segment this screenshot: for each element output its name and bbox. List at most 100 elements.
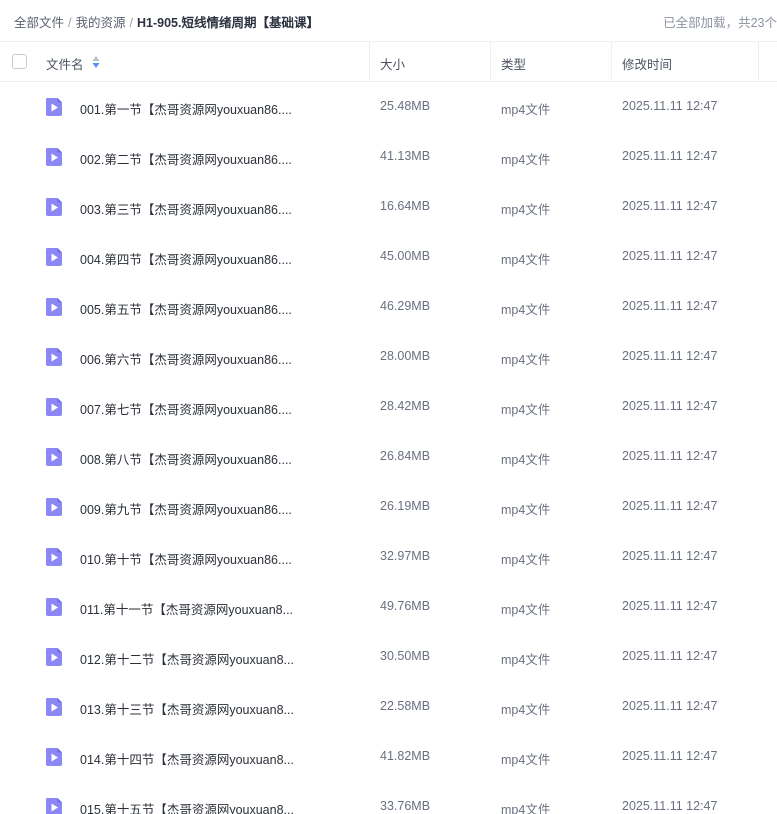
file-modified-time: 2025.11.11 12:47	[622, 749, 718, 763]
file-type: mp4文件	[501, 403, 551, 417]
file-name[interactable]: 007.第七节【杰哥资源网youxuan86....	[80, 399, 292, 418]
file-name[interactable]: 011.第十一节【杰哥资源网youxuan8...	[80, 599, 293, 618]
video-file-icon	[46, 598, 62, 616]
file-name[interactable]: 003.第三节【杰哥资源网youxuan86....	[80, 199, 292, 218]
breadcrumb: 全部文件 / 我的资源 / H1-905.短线情绪周期【基础课】	[14, 12, 319, 31]
file-row[interactable]: 015.第十五节【杰哥资源网youxuan8... 33.76MB mp4文件 …	[0, 782, 777, 814]
file-modified-time: 2025.11.11 12:47	[622, 549, 718, 563]
column-divider[interactable]	[758, 42, 759, 82]
column-divider[interactable]	[369, 42, 370, 82]
file-size: 28.00MB	[380, 349, 431, 363]
video-file-icon	[46, 798, 62, 814]
file-name[interactable]: 009.第九节【杰哥资源网youxuan86....	[80, 499, 292, 518]
file-size: 26.19MB	[380, 499, 431, 513]
file-type: mp4文件	[501, 303, 551, 317]
video-file-icon	[46, 748, 62, 766]
video-file-icon	[46, 98, 62, 116]
column-divider[interactable]	[611, 42, 612, 82]
file-name[interactable]: 012.第十二节【杰哥资源网youxuan8...	[80, 649, 294, 668]
file-modified-time: 2025.11.11 12:47	[622, 299, 718, 313]
file-row[interactable]: 004.第四节【杰哥资源网youxuan86.... 45.00MB mp4文件…	[0, 232, 777, 282]
load-status-text: 已全部加载，共23个	[663, 16, 777, 30]
video-file-icon	[46, 448, 62, 466]
column-header-size[interactable]: 大小	[380, 54, 405, 73]
file-name[interactable]: 015.第十五节【杰哥资源网youxuan8...	[80, 799, 294, 814]
file-size: 16.64MB	[380, 199, 431, 213]
file-row[interactable]: 006.第六节【杰哥资源网youxuan86.... 28.00MB mp4文件…	[0, 332, 777, 382]
video-file-icon	[46, 498, 62, 516]
file-size: 33.76MB	[380, 799, 431, 813]
file-type: mp4文件	[501, 453, 551, 467]
file-row[interactable]: 010.第十节【杰哥资源网youxuan86.... 32.97MB mp4文件…	[0, 532, 777, 582]
file-row[interactable]: 007.第七节【杰哥资源网youxuan86.... 28.42MB mp4文件…	[0, 382, 777, 432]
sort-toggle-icon[interactable]	[92, 55, 100, 69]
file-type: mp4文件	[501, 603, 551, 617]
file-modified-time: 2025.11.11 12:47	[622, 599, 718, 613]
file-name[interactable]: 002.第二节【杰哥资源网youxuan86....	[80, 149, 292, 168]
file-row[interactable]: 008.第八节【杰哥资源网youxuan86.... 26.84MB mp4文件…	[0, 432, 777, 482]
file-table-header: 文件名 大小 类型 修改时间	[0, 41, 777, 82]
file-modified-time: 2025.11.11 12:47	[622, 349, 718, 363]
file-row[interactable]: 013.第十三节【杰哥资源网youxuan8... 22.58MB mp4文件 …	[0, 682, 777, 732]
file-size: 28.42MB	[380, 399, 431, 413]
column-header-type[interactable]: 类型	[501, 54, 526, 73]
file-row[interactable]: 003.第三节【杰哥资源网youxuan86.... 16.64MB mp4文件…	[0, 182, 777, 232]
file-name[interactable]: 001.第一节【杰哥资源网youxuan86....	[80, 99, 292, 118]
file-type: mp4文件	[501, 553, 551, 567]
file-name[interactable]: 013.第十三节【杰哥资源网youxuan8...	[80, 699, 294, 718]
file-name[interactable]: 006.第六节【杰哥资源网youxuan86....	[80, 349, 292, 368]
file-type: mp4文件	[501, 103, 551, 117]
file-modified-time: 2025.11.11 12:47	[622, 649, 718, 663]
file-row[interactable]: 009.第九节【杰哥资源网youxuan86.... 26.19MB mp4文件…	[0, 482, 777, 532]
file-modified-time: 2025.11.11 12:47	[622, 149, 718, 163]
file-type: mp4文件	[501, 203, 551, 217]
breadcrumb-my-resources[interactable]: 我的资源	[76, 16, 126, 30]
video-file-icon	[46, 348, 62, 366]
column-divider[interactable]	[490, 42, 491, 82]
column-header-modified[interactable]: 修改时间	[622, 54, 672, 73]
breadcrumb-bar: 全部文件 / 我的资源 / H1-905.短线情绪周期【基础课】 已全部加载，共23个	[0, 0, 777, 40]
breadcrumb-separator: /	[129, 16, 133, 30]
column-header-name[interactable]: 文件名	[46, 54, 84, 73]
video-file-icon	[46, 698, 62, 716]
file-modified-time: 2025.11.11 12:47	[622, 249, 718, 263]
breadcrumb-all-files[interactable]: 全部文件	[14, 16, 64, 30]
file-type: mp4文件	[501, 753, 551, 767]
video-file-icon	[46, 248, 62, 266]
file-name[interactable]: 010.第十节【杰哥资源网youxuan86....	[80, 549, 292, 568]
file-row[interactable]: 014.第十四节【杰哥资源网youxuan8... 41.82MB mp4文件 …	[0, 732, 777, 782]
video-file-icon	[46, 198, 62, 216]
file-modified-time: 2025.11.11 12:47	[622, 449, 718, 463]
file-list: 001.第一节【杰哥资源网youxuan86.... 25.48MB mp4文件…	[0, 82, 777, 814]
file-type: mp4文件	[501, 153, 551, 167]
file-type: mp4文件	[501, 253, 551, 267]
breadcrumb-separator: /	[68, 16, 72, 30]
file-name[interactable]: 004.第四节【杰哥资源网youxuan86....	[80, 249, 292, 268]
file-size: 41.13MB	[380, 149, 431, 163]
file-row[interactable]: 011.第十一节【杰哥资源网youxuan8... 49.76MB mp4文件 …	[0, 582, 777, 632]
breadcrumb-current-folder: H1-905.短线情绪周期【基础课】	[137, 16, 319, 30]
video-file-icon	[46, 548, 62, 566]
file-type: mp4文件	[501, 803, 551, 814]
file-size: 32.97MB	[380, 549, 431, 563]
file-size: 45.00MB	[380, 249, 431, 263]
file-type: mp4文件	[501, 653, 551, 667]
file-row[interactable]: 005.第五节【杰哥资源网youxuan86.... 46.29MB mp4文件…	[0, 282, 777, 332]
file-name[interactable]: 014.第十四节【杰哥资源网youxuan8...	[80, 749, 294, 768]
file-name[interactable]: 005.第五节【杰哥资源网youxuan86....	[80, 299, 292, 318]
video-file-icon	[46, 148, 62, 166]
file-size: 30.50MB	[380, 649, 431, 663]
file-type: mp4文件	[501, 703, 551, 717]
file-row[interactable]: 012.第十二节【杰哥资源网youxuan8... 30.50MB mp4文件 …	[0, 632, 777, 682]
file-row[interactable]: 002.第二节【杰哥资源网youxuan86.... 41.13MB mp4文件…	[0, 132, 777, 182]
file-size: 25.48MB	[380, 99, 431, 113]
file-size: 46.29MB	[380, 299, 431, 313]
file-modified-time: 2025.11.11 12:47	[622, 799, 718, 813]
video-file-icon	[46, 298, 62, 316]
file-modified-time: 2025.11.11 12:47	[622, 399, 718, 413]
file-type: mp4文件	[501, 353, 551, 367]
file-name[interactable]: 008.第八节【杰哥资源网youxuan86....	[80, 449, 292, 468]
file-row[interactable]: 001.第一节【杰哥资源网youxuan86.... 25.48MB mp4文件…	[0, 82, 777, 132]
file-size: 49.76MB	[380, 599, 431, 613]
select-all-checkbox[interactable]	[12, 54, 27, 69]
